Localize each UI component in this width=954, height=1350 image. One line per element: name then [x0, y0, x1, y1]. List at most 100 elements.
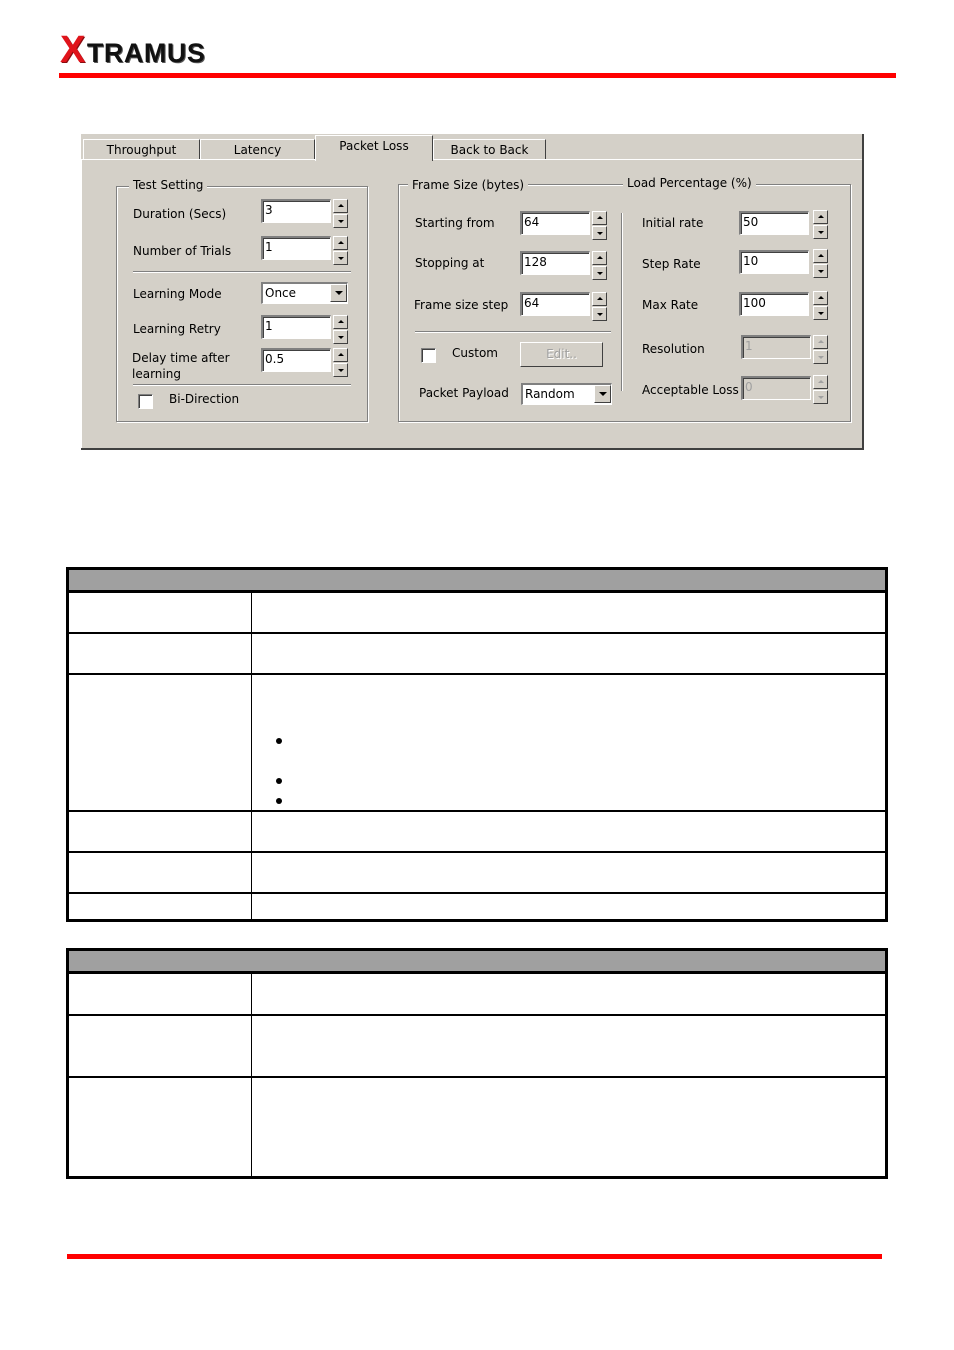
frame-size-title: Frame Size (bytes) [408, 178, 529, 192]
delay-label-line1: Delay time after [132, 351, 230, 365]
spin-up-icon[interactable] [333, 199, 348, 213]
bullet-icon [276, 798, 282, 804]
spin-down-icon[interactable] [813, 225, 828, 239]
table-cell-description [252, 812, 885, 851]
spin-down-icon[interactable] [333, 330, 348, 344]
spin-up-icon[interactable] [813, 375, 828, 389]
load-percentage-title: Load Percentage (%) [623, 176, 756, 190]
delay-spinner[interactable] [333, 348, 348, 377]
table-cell-name [69, 894, 252, 919]
step-rate-input[interactable]: 10 [739, 250, 809, 274]
tab-back-to-back[interactable]: Back to Back [433, 139, 546, 160]
table-cell-description [252, 593, 885, 632]
delay-input[interactable]: 0.5 [261, 348, 331, 372]
spin-down-icon[interactable] [592, 226, 607, 240]
tab-throughput[interactable]: Throughput [83, 139, 200, 160]
packet-payload-select[interactable]: Random [521, 383, 612, 405]
table-row [69, 675, 885, 812]
dropdown-arrow-icon[interactable] [594, 385, 611, 403]
bullet-icon [276, 778, 282, 784]
spin-up-icon[interactable] [813, 210, 828, 224]
learning-retry-input[interactable]: 1 [261, 315, 331, 339]
table-row [69, 812, 885, 853]
initial-rate-label: Initial rate [642, 216, 704, 230]
initial-rate-spinner[interactable] [813, 210, 828, 239]
frame-size-step-label: Frame size step [414, 298, 509, 312]
frame-size-step-input[interactable]: 64 [520, 292, 590, 316]
acceptable-loss-spinner[interactable] [813, 375, 828, 404]
table-cell-name [69, 812, 252, 851]
spin-up-icon[interactable] [813, 249, 828, 263]
spin-up-icon[interactable] [333, 315, 348, 329]
table-cell-name [69, 1016, 252, 1076]
table-cell-description [252, 853, 885, 892]
separator [133, 271, 351, 273]
spin-up-icon[interactable] [592, 211, 607, 225]
table-row [69, 634, 885, 675]
max-rate-spinner[interactable] [813, 291, 828, 320]
initial-rate-input[interactable]: 50 [739, 211, 809, 235]
table-cell-description [252, 974, 885, 1014]
frame-size-step-spinner[interactable] [592, 292, 607, 321]
trials-input[interactable]: 1 [261, 236, 331, 260]
load-percentage-description-table [66, 948, 888, 1179]
spin-up-icon[interactable] [333, 348, 348, 362]
spin-down-icon[interactable] [333, 214, 348, 228]
duration-spinner[interactable] [333, 199, 348, 228]
spin-up-icon[interactable] [592, 251, 607, 265]
tab-packet-loss[interactable]: Packet Loss [315, 135, 433, 161]
spin-up-icon[interactable] [333, 236, 348, 250]
spin-down-icon[interactable] [333, 363, 348, 377]
separator [415, 331, 611, 333]
table-row [69, 593, 885, 634]
table-cell-name [69, 634, 252, 673]
table-cell-description [252, 1078, 885, 1176]
starting-from-input[interactable]: 64 [520, 211, 590, 235]
resolution-spinner[interactable] [813, 335, 828, 364]
spin-down-icon[interactable] [813, 306, 828, 320]
edit-button[interactable]: Edit.. [520, 342, 603, 367]
table-cell-description [252, 675, 885, 810]
stopping-at-label: Stopping at [415, 256, 485, 270]
spin-down-icon[interactable] [592, 307, 607, 321]
spin-up-icon[interactable] [813, 291, 828, 305]
custom-checkbox[interactable] [421, 348, 436, 363]
spin-up-icon[interactable] [592, 292, 607, 306]
spin-down-icon[interactable] [592, 266, 607, 280]
spin-up-icon[interactable] [813, 335, 828, 349]
table-cell-name [69, 1078, 252, 1176]
resolution-input[interactable]: 1 [741, 335, 811, 359]
packet-loss-settings-dialog: Throughput Latency Packet Loss Back to B… [81, 134, 864, 450]
stopping-at-spinner[interactable] [592, 251, 607, 280]
spin-down-icon[interactable] [813, 350, 828, 364]
packet-loss-tab-page: Test Setting Duration (Secs) 3 Number of… [81, 159, 862, 448]
test-setting-group: Test Setting Duration (Secs) 3 Number of… [116, 178, 368, 422]
bi-direction-checkbox[interactable] [138, 394, 153, 409]
dropdown-arrow-icon[interactable] [330, 284, 347, 302]
spin-down-icon[interactable] [333, 251, 348, 265]
custom-label: Custom [452, 346, 498, 360]
trials-spinner[interactable] [333, 236, 348, 265]
table-cell-name [69, 593, 252, 632]
tab-strip: Throughput Latency Packet Loss Back to B… [81, 134, 862, 161]
table-row [69, 974, 885, 1016]
duration-input[interactable]: 3 [261, 199, 331, 223]
table-header [69, 951, 885, 974]
table-row [69, 1078, 885, 1176]
tab-latency[interactable]: Latency [200, 139, 315, 160]
step-rate-spinner[interactable] [813, 249, 828, 278]
starting-from-spinner[interactable] [592, 211, 607, 240]
footer-rule [67, 1254, 882, 1259]
acceptable-loss-input[interactable]: 0 [741, 376, 811, 400]
stopping-at-input[interactable]: 128 [520, 251, 590, 275]
spin-down-icon[interactable] [813, 390, 828, 404]
learning-mode-select[interactable]: Once [261, 282, 348, 304]
resolution-label: Resolution [642, 342, 705, 356]
bullet-icon [276, 738, 282, 744]
acceptable-loss-label: Acceptable Loss [642, 383, 739, 397]
logo-x: X [60, 29, 86, 71]
max-rate-label: Max Rate [642, 298, 699, 312]
spin-down-icon[interactable] [813, 264, 828, 278]
max-rate-input[interactable]: 100 [739, 292, 809, 316]
learning-retry-spinner[interactable] [333, 315, 348, 344]
